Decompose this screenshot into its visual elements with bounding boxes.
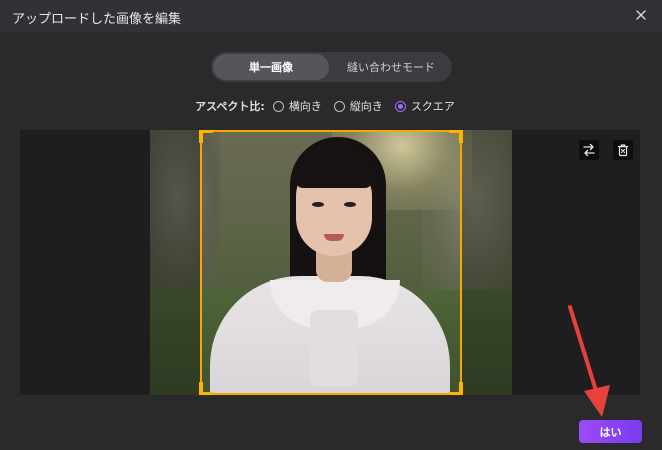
title-bar: アップロードした画像を編集: [0, 0, 662, 32]
uploaded-photo: [150, 130, 512, 395]
crop-outside-shade-left: [150, 130, 200, 395]
confirm-button[interactable]: はい: [579, 420, 642, 443]
image-editing-canvas: [20, 130, 640, 395]
crop-handle-top-left[interactable]: [199, 130, 213, 143]
crop-handle-bottom-right[interactable]: [449, 382, 463, 395]
close-icon: [636, 10, 646, 20]
landscape-label: 横向き: [288, 100, 322, 113]
portrait-radio[interactable]: [333, 100, 345, 112]
aspect-ratio-label: アスペクト比:: [195, 100, 265, 113]
delete-image-button[interactable]: [613, 140, 633, 160]
aspect-ratio-row: アスペクト比: 横向き 縦向き スクエア: [0, 96, 662, 116]
mode-toggle: 単一画像 縫い合わせモード: [211, 52, 452, 82]
pointer-arrow-icon: [568, 305, 610, 417]
swap-arrows-icon: [583, 143, 595, 157]
aspect-option-portrait[interactable]: 縦向き: [333, 98, 383, 114]
crop-frame[interactable]: [199, 130, 463, 395]
crop-outside-shade-right: [462, 130, 512, 395]
square-radio[interactable]: [394, 100, 406, 112]
square-label: スクエア: [410, 100, 455, 113]
aspect-option-landscape[interactable]: 横向き: [272, 98, 322, 114]
crop-handle-top-right[interactable]: [449, 130, 463, 143]
tab-single-image[interactable]: 単一画像: [213, 54, 329, 80]
crop-handle-bottom-left[interactable]: [199, 382, 213, 395]
landscape-radio[interactable]: [272, 100, 284, 112]
aspect-option-square[interactable]: スクエア: [394, 98, 455, 114]
close-button[interactable]: [632, 6, 650, 24]
edit-image-dialog: アップロードした画像を編集 単一画像 縫い合わせモード アスペクト比: 横向き …: [0, 0, 662, 450]
dialog-title: アップロードした画像を編集: [12, 12, 182, 27]
swap-image-button[interactable]: [579, 140, 599, 160]
portrait-label: 縦向き: [349, 100, 383, 113]
tab-stitch-mode[interactable]: 縫い合わせモード: [332, 54, 450, 80]
trash-icon: [617, 144, 629, 157]
